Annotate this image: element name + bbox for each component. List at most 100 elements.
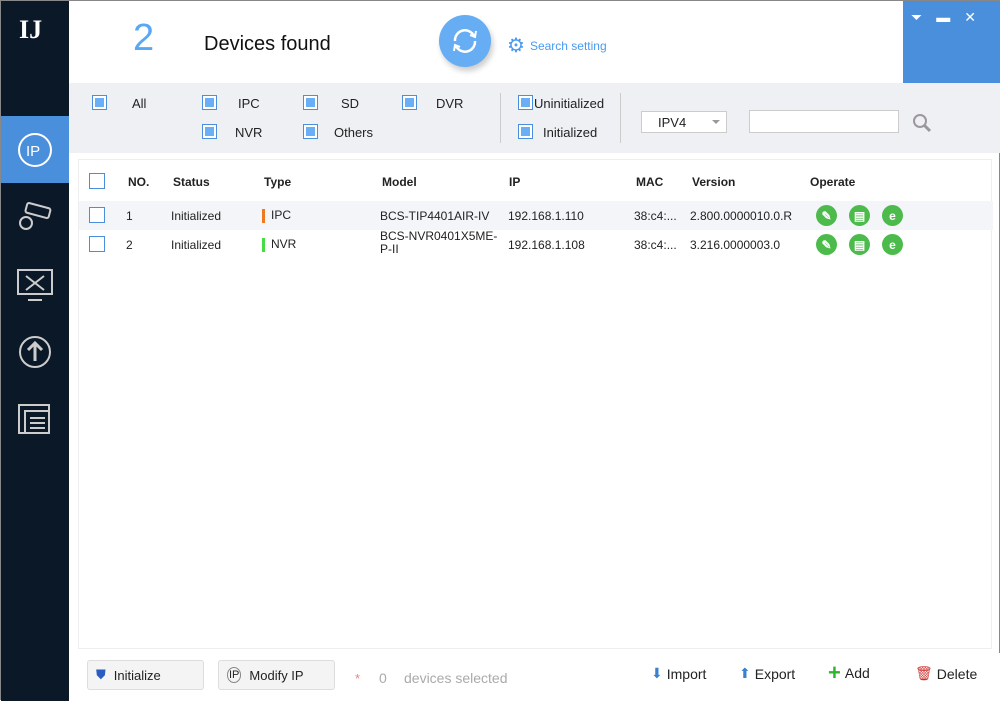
asterisk: * — [355, 671, 361, 686]
device-table: NO. Status Type Model IP MAC Version Ope… — [78, 159, 993, 649]
cell-type: NVR — [262, 237, 296, 252]
filter-uninitialized-label: Uninitialized — [534, 96, 605, 111]
cell-status: Initialized — [171, 237, 222, 252]
type-color-bar — [262, 237, 265, 252]
cell-no: 1 — [126, 208, 133, 223]
add-label: Add — [844, 665, 870, 681]
filter-all-label: All — [132, 96, 147, 111]
edit-icon[interactable]: ✎ — [816, 234, 837, 255]
devices-found-label: Devices found — [204, 33, 331, 55]
delete-button[interactable]: 🗑 Delete — [915, 665, 977, 682]
close-icon[interactable]: ✕ — [964, 9, 976, 83]
ip-version-select[interactable]: IPV4 — [641, 111, 727, 133]
column-operate: Operate — [810, 175, 856, 189]
filter-bar: All IPC SD DVR NVR Others Uninitialized … — [69, 83, 1000, 153]
filter-dvr-checkbox[interactable] — [402, 95, 417, 110]
filter-sd-checkbox[interactable] — [303, 95, 318, 110]
svg-text:IP: IP — [26, 143, 40, 160]
cell-model: BCS-NVR0401X5ME-P-II — [380, 229, 498, 256]
sidebar: IJ IP — [1, 1, 69, 701]
cell-status: Initialized — [171, 208, 222, 223]
sidebar-item-ip-search[interactable]: IP — [1, 116, 69, 183]
filter-initialized-label: Initialized — [543, 125, 598, 140]
column-status[interactable]: Status — [173, 175, 210, 189]
sidebar-item-upgrade[interactable] — [1, 318, 69, 385]
device-count: 2 — [133, 17, 155, 59]
filter-others-checkbox[interactable] — [303, 124, 318, 139]
row-checkbox[interactable] — [89, 207, 105, 223]
column-version[interactable]: Version — [692, 175, 735, 189]
modify-ip-label: Modify IP — [249, 667, 304, 683]
cell-mac: 38:c4:... — [634, 208, 677, 223]
search-setting-button[interactable]: ⚙ Search setting — [507, 33, 607, 58]
document-icon — [18, 403, 50, 434]
window-controls: ⏷ ▬ ✕ — [903, 1, 1000, 83]
column-model[interactable]: Model — [382, 175, 417, 189]
column-type[interactable]: Type — [264, 175, 291, 189]
filter-uninitialized-checkbox[interactable] — [518, 95, 533, 110]
header: 2 Devices found ⚙ Search setting — [69, 1, 903, 83]
column-ip[interactable]: IP — [509, 175, 520, 189]
search-icon[interactable] — [912, 113, 932, 133]
cell-type: IPC — [262, 208, 291, 223]
select-all-checkbox[interactable] — [89, 173, 105, 189]
export-icon: ⬆ — [739, 665, 751, 681]
export-label: Export — [754, 665, 796, 682]
camera-settings-icon — [19, 201, 52, 230]
divider — [620, 93, 621, 143]
initialize-label: Initialize — [113, 667, 161, 683]
column-no[interactable]: NO. — [128, 175, 149, 189]
search-input[interactable] — [749, 110, 899, 133]
refresh-button[interactable] — [439, 15, 491, 67]
details-icon[interactable]: ▤ — [849, 234, 870, 255]
web-browser-icon[interactable]: e — [882, 234, 903, 255]
minimize-icon[interactable]: ▬ — [936, 9, 950, 83]
row-checkbox[interactable] — [89, 236, 105, 252]
shield-icon: ⛊ — [96, 667, 106, 682]
upgrade-icon — [19, 335, 51, 368]
delete-label: Delete — [936, 665, 978, 682]
footer: ⛊ Initialize IP Modify IP * 0 devices sele… — [69, 653, 1000, 701]
import-label: Import — [666, 665, 707, 682]
table-row[interactable]: 2 Initialized NVR BCS-NVR0401X5ME-P-II 1… — [79, 230, 993, 259]
modify-ip-icon: IP — [227, 667, 242, 683]
ip-icon: IP — [18, 132, 52, 167]
web-browser-icon[interactable]: e — [882, 205, 903, 226]
filter-all-checkbox[interactable] — [92, 95, 107, 110]
sidebar-item-documents[interactable] — [1, 386, 69, 453]
chevron-down-icon — [712, 120, 720, 128]
table-header: NO. Status Type Model IP MAC Version Ope… — [79, 170, 993, 194]
edit-icon[interactable]: ✎ — [816, 205, 837, 226]
filter-sd-label: SD — [341, 96, 360, 111]
export-button[interactable]: ⬆ Export — [739, 665, 795, 682]
filter-ipc-label: IPC — [238, 96, 260, 111]
dropdown-menu-icon[interactable]: ⏷ — [911, 9, 922, 83]
filter-others-label: Others — [334, 125, 374, 140]
selected-label: devices selected — [404, 670, 508, 686]
plus-icon: + — [828, 660, 841, 685]
search-setting-label: Search setting — [529, 38, 607, 53]
cell-version: 2.800.0000010.0.R — [690, 208, 793, 223]
cell-no: 2 — [126, 237, 133, 252]
column-mac[interactable]: MAC — [636, 175, 663, 189]
tools-icon — [17, 268, 53, 301]
cell-version: 3.216.0000003.0 — [690, 237, 781, 252]
filter-ipc-checkbox[interactable] — [202, 95, 217, 110]
sidebar-item-device-config[interactable] — [1, 183, 69, 250]
ip-version-value: IPV4 — [658, 115, 687, 130]
import-icon: ⬇ — [651, 665, 663, 681]
sidebar-item-tools[interactable] — [1, 251, 69, 318]
table-row[interactable]: 1 Initialized IPC BCS-TIP4401AIR-IV 192.… — [79, 201, 993, 230]
trash-icon: 🗑 — [915, 665, 933, 681]
gear-icon: ⚙ — [507, 35, 525, 57]
initialize-button[interactable]: ⛊ Initialize — [87, 660, 204, 690]
cell-ip: 192.168.1.110 — [508, 208, 584, 223]
details-icon[interactable]: ▤ — [849, 205, 870, 226]
add-button[interactable]: + Add — [828, 660, 870, 685]
import-button[interactable]: ⬇ Import — [651, 665, 706, 682]
cell-model: BCS-TIP4401AIR-IV — [380, 208, 490, 223]
filter-initialized-checkbox[interactable] — [518, 124, 533, 139]
filter-nvr-checkbox[interactable] — [202, 124, 217, 139]
modify-ip-button[interactable]: IP Modify IP — [218, 660, 335, 690]
selected-count: 0 — [379, 670, 387, 686]
